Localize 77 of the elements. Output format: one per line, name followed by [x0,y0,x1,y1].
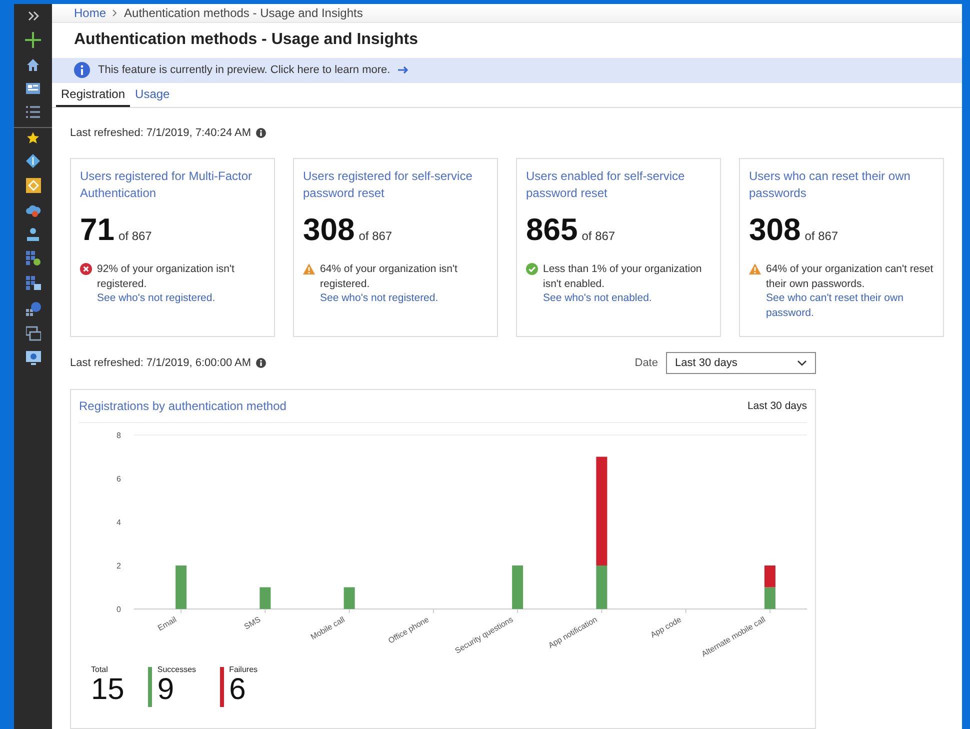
metric-total: of 867 [582,229,616,243]
bar [764,566,776,588]
metric-value: 308 [749,212,801,248]
chart-circle-icon[interactable] [26,301,40,316]
arrow-right-icon [398,65,410,76]
diamond-tile-icon[interactable] [26,178,40,193]
date-label: Date [634,357,658,369]
chevron-icon [112,9,118,18]
info-icon[interactable] [256,128,266,138]
date-dropdown[interactable]: Last 30 days [666,352,816,374]
axis-label: 2 [116,562,121,570]
stat-value: 6 [229,674,247,706]
info-icon[interactable] [256,358,266,368]
status-message: 64% of your organization isn't registered. [320,262,458,291]
card-title: Users registered for self-service password reset [303,168,474,202]
metric-total: of 867 [118,229,152,243]
status-message: 92% of your organization isn't registered. [97,262,236,291]
metric-value: 308 [303,212,355,248]
tab[interactable]: Usage [130,83,175,107]
axis-label: 8 [116,431,121,440]
bar [176,566,187,609]
user-icon[interactable] [26,227,40,241]
breadcrumb-link[interactable]: Home [74,6,106,20]
tab[interactable]: Registration [56,83,130,107]
axis-label: 0 [116,605,121,614]
star-icon[interactable] [27,132,39,144]
axis-label: 6 [116,474,121,484]
bar [764,587,776,609]
stat-value: 9 [157,674,176,706]
details-link[interactable]: See who can't reset their own password. [766,291,934,320]
details-link[interactable]: See who's not registered. [97,291,265,306]
axis-label: App code [649,614,683,640]
cloud-icon[interactable] [26,203,40,217]
windows-icon[interactable] [26,326,40,341]
card-title: Users enabled for self-service password reset [526,168,686,202]
chart-title: Registrations by authentication method [79,399,286,413]
bar [260,587,271,609]
refresh-text: Last refreshed: 7/1/2019, 6:00:00 AM [70,357,252,369]
warning-icon [749,263,761,275]
info-icon [74,62,90,78]
status-message: Less than 1% of your organization isn't enabled. [543,262,703,291]
axis-label: 4 [116,518,121,527]
details-link[interactable]: See who's not registered. [320,291,488,306]
metric-total: of 867 [358,229,392,243]
stat-label: Total [91,665,109,674]
details-link[interactable]: See who's not enabled. [543,291,711,306]
plus-icon[interactable] [25,32,41,48]
diamond-icon[interactable] [26,154,40,168]
status-message: 64% of your organization can't reset their own passwords. [766,262,934,291]
grid-globe-icon[interactable] [26,251,40,266]
expand-icon[interactable] [26,10,40,22]
home-icon[interactable] [26,58,40,72]
list-icon[interactable] [26,105,40,119]
metric-total: of 867 [804,229,838,243]
chart-period: Last 30 days [747,400,807,412]
refresh-text: Last refreshed: 7/1/2019, 7:40:24 AM [70,127,252,139]
axis-label: SMS [242,614,262,632]
stat-value: 15 [91,674,124,706]
preview-banner[interactable]: This feature is currently in preview. Click here to learn more. [52,58,962,83]
stat-label: Failures [229,665,258,674]
breadcrumb-item: Authentication methods - Usage and Insights [124,6,363,20]
metric-value: 865 [526,212,578,248]
grid-box-icon[interactable] [26,276,40,291]
chevron-down-icon [797,360,807,366]
bar [512,566,524,609]
banner-text: This feature is currently in preview. Click here to learn more. [98,64,390,76]
bar [344,587,355,609]
stat-label: Successes [157,665,196,674]
card-title: Users who can reset their own passwords [749,168,912,202]
metric-value: 71 [80,212,114,248]
monitor-icon[interactable] [26,351,40,366]
dashboard-icon[interactable] [26,82,40,95]
page-title: Authentication methods - Usage and Insights [73,30,420,50]
warning-icon [303,263,315,275]
card-title: Users registered for Multi-Factor Authentication [80,168,254,202]
success-icon [526,263,538,275]
error-icon [80,263,92,275]
